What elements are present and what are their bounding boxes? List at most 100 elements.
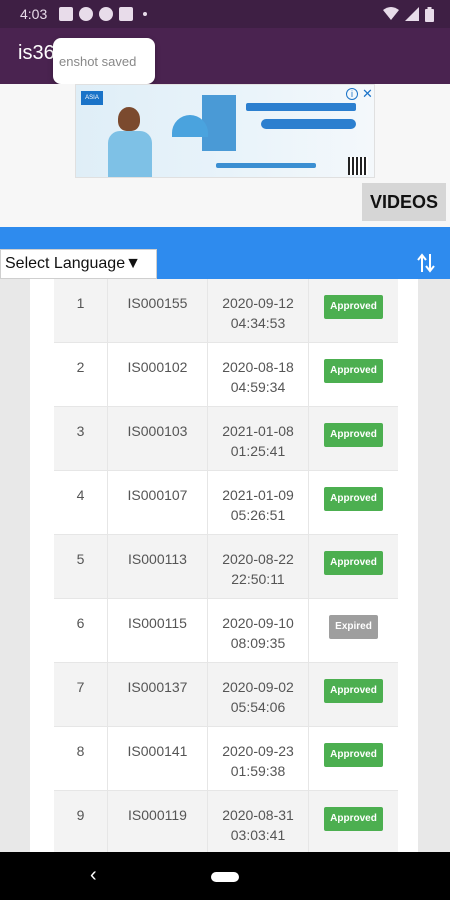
table-row: 7 IS000137 2020-09-02 05:54:06 Approved	[54, 663, 398, 727]
image-icon	[59, 7, 74, 21]
record-id: IS000155	[108, 279, 208, 342]
status-badge: Approved	[324, 487, 383, 511]
record-time: 22:50:11	[231, 571, 285, 587]
record-date: 2020-09-02	[222, 679, 294, 695]
status-badge: Approved	[324, 679, 383, 703]
record-id: IS000137	[108, 663, 208, 726]
heart-icon	[79, 7, 94, 21]
back-icon[interactable]: ‹	[90, 864, 97, 887]
row-number: 3	[54, 407, 108, 470]
record-datetime: 2020-09-02 05:54:06	[208, 663, 309, 726]
heart-icon	[99, 7, 114, 21]
table-row: 8 IS000141 2020-09-23 01:59:38 Approved	[54, 727, 398, 791]
record-id: IS000115	[108, 599, 208, 662]
record-datetime: 2020-09-23 01:59:38	[208, 727, 309, 790]
record-time: 08:09:35	[230, 635, 286, 651]
ad-area: ASIA i ✕ VIDEOS	[0, 84, 450, 227]
status-badge: Approved	[324, 359, 383, 383]
app-title: is36	[18, 42, 55, 64]
record-status: Approved	[309, 279, 398, 342]
table-row: 6 IS000115 2020-09-10 08:09:35 Expired	[54, 599, 398, 663]
table-row: 2 IS000102 2020-08-18 04:59:34 Approved	[54, 343, 398, 407]
signal-icon	[405, 7, 419, 21]
status-badge: Approved	[324, 423, 383, 447]
ad-qr-code	[348, 157, 368, 175]
record-status: Approved	[309, 471, 398, 534]
record-id: IS000113	[108, 535, 208, 598]
home-pill[interactable]	[211, 872, 239, 882]
record-time: 01:59:38	[230, 763, 286, 779]
notification-icons	[59, 7, 148, 21]
record-time: 05:26:51	[230, 507, 286, 523]
row-number: 8	[54, 727, 108, 790]
record-date: 2020-08-18	[222, 359, 294, 375]
wifi-icon	[383, 7, 399, 20]
row-number: 1	[54, 279, 108, 342]
records-table: 1 IS000155 2020-09-12 04:34:53 Approved 2 IS00…	[54, 279, 398, 852]
videos-button[interactable]: VIDEOS	[362, 183, 446, 221]
battery-icon	[425, 6, 434, 22]
record-date: 2020-09-12	[222, 295, 294, 311]
record-id: IS000102	[108, 343, 208, 406]
status-badge: Approved	[324, 551, 383, 575]
record-date: 2020-09-23	[222, 743, 294, 759]
record-id: IS000103	[108, 407, 208, 470]
row-number: 7	[54, 663, 108, 726]
ad-banner[interactable]: ASIA i ✕	[75, 84, 375, 178]
status-badge: Approved	[324, 743, 383, 767]
record-status: Approved	[309, 663, 398, 726]
ad-logo: ASIA	[81, 91, 103, 105]
system-icons	[383, 6, 434, 22]
record-time: 05:54:06	[230, 699, 286, 715]
record-time: 01:25:41	[230, 443, 286, 459]
record-status: Expired	[309, 599, 398, 662]
record-datetime: 2020-09-10 08:09:35	[208, 599, 309, 662]
ad-cta	[261, 119, 356, 129]
sort-icon[interactable]	[416, 250, 436, 276]
content-area: 1 IS000155 2020-09-12 04:34:53 Approved 2 IS00…	[0, 279, 450, 852]
language-select-label: Select Language	[5, 255, 126, 272]
record-datetime: 2021-01-09 05:26:51	[208, 471, 309, 534]
record-datetime: 2020-09-12 04:34:53	[208, 279, 309, 342]
language-select[interactable]: Select Language▼	[0, 249, 157, 279]
record-status: Approved	[309, 727, 398, 790]
record-id: IS000119	[108, 791, 208, 852]
message-icon	[119, 7, 134, 21]
status-badge: Approved	[324, 807, 383, 831]
table-row: 9 IS000119 2020-08-31 03:03:41 Approved	[54, 791, 398, 852]
record-date: 2020-09-10	[222, 615, 294, 631]
record-datetime: 2021-01-08 01:25:41	[208, 407, 309, 470]
ad-footer-text	[216, 163, 316, 168]
status-badge: Approved	[324, 295, 383, 319]
status-badge: Expired	[329, 615, 378, 639]
record-status: Approved	[309, 407, 398, 470]
dot-icon	[143, 12, 148, 16]
ad-illustration	[172, 95, 240, 153]
ad-close-icon[interactable]: ✕	[362, 86, 373, 102]
table-row: 4 IS000107 2021-01-09 05:26:51 Approved	[54, 471, 398, 535]
record-date: 2020-08-22	[222, 551, 294, 567]
row-number: 2	[54, 343, 108, 406]
record-datetime: 2020-08-18 04:59:34	[208, 343, 309, 406]
record-datetime: 2020-08-22 22:50:11	[208, 535, 309, 598]
ad-person-image	[100, 105, 160, 177]
record-id: IS000107	[108, 471, 208, 534]
record-time: 03:03:41	[230, 827, 286, 843]
record-datetime: 2020-08-31 03:03:41	[208, 791, 309, 852]
record-status: Approved	[309, 791, 398, 852]
table-row: 5 IS000113 2020-08-22 22:50:11 Approved	[54, 535, 398, 599]
record-date: 2021-01-09	[222, 487, 294, 503]
record-date: 2020-08-31	[222, 807, 294, 823]
status-time: 4:03	[20, 6, 48, 22]
screenshot-toast: enshot saved	[53, 38, 155, 84]
table-card: 1 IS000155 2020-09-12 04:34:53 Approved 2 IS00…	[30, 279, 418, 852]
table-row: 1 IS000155 2020-09-12 04:34:53 Approved	[54, 279, 398, 343]
row-number: 9	[54, 791, 108, 852]
navigation-bar: ‹	[0, 852, 450, 900]
ad-info-icon[interactable]: i	[346, 88, 358, 100]
row-number: 4	[54, 471, 108, 534]
record-time: 04:34:53	[230, 315, 286, 331]
row-number: 5	[54, 535, 108, 598]
record-status: Approved	[309, 535, 398, 598]
record-time: 04:59:34	[230, 379, 286, 395]
